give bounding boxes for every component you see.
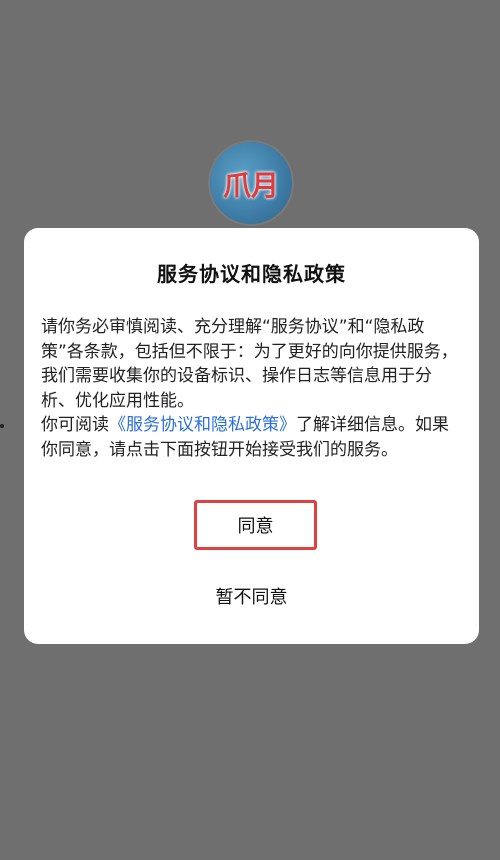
agree-button[interactable]: 同意: [238, 512, 274, 538]
agree-highlight-box: 同意: [194, 500, 317, 550]
policy-link[interactable]: 《服务协议和隐私政策》: [109, 415, 296, 435]
dialog-body: 请你务必审慎阅读、充分理解“服务协议”和“隐私政策”各条款，包括但不限于：为了更…: [41, 315, 465, 462]
paragraph-2-prefix: 你可阅读: [41, 415, 109, 435]
privacy-dialog: 服务协议和隐私政策 请你务必审慎阅读、充分理解“服务协议”和“隐私政策”各条款，…: [24, 228, 479, 644]
edge-dot: [0, 424, 4, 428]
disagree-button[interactable]: 暂不同意: [182, 583, 322, 609]
dialog-paragraph-2: 你可阅读《服务协议和隐私政策》了解详细信息。如果你同意，请点击下面按钮开始接受我…: [41, 413, 465, 462]
dialog-title: 服务协议和隐私政策: [157, 262, 346, 286]
app-logo-icon: 爪月: [210, 142, 292, 224]
dialog-paragraph-1: 请你务必审慎阅读、充分理解“服务协议”和“隐私政策”各条款，包括但不限于：为了更…: [41, 317, 458, 411]
app-logo-text: 爪月: [222, 169, 279, 202]
